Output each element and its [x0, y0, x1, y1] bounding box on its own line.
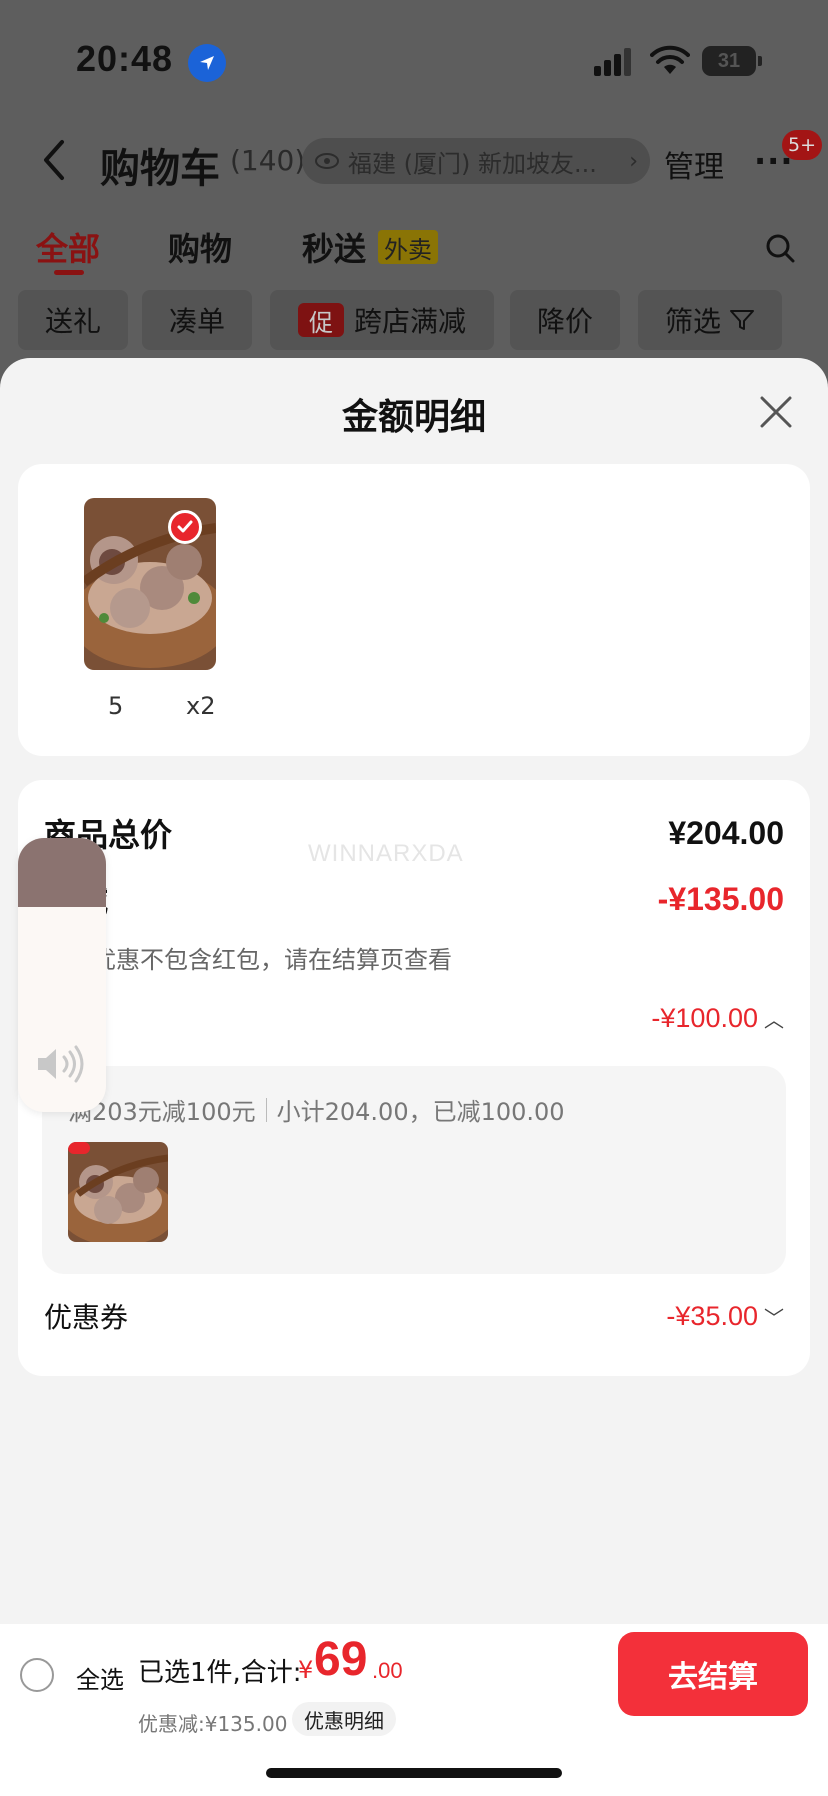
selected-check-icon[interactable]	[168, 510, 202, 544]
promo-rule-line: 满203元减100元 小计204.00，已减100.00	[68, 1092, 565, 1127]
chevron-down-icon: ﹀	[764, 1307, 784, 1330]
chip-label: 筛选	[664, 305, 721, 338]
category-tabs: 全部 购物 秒送 外卖	[0, 220, 828, 280]
tab-shopping[interactable]: 购物	[168, 224, 232, 270]
cart-count: (140)	[230, 144, 306, 177]
notification-badge: 5+	[782, 130, 823, 160]
total-currency: ¥	[298, 1656, 314, 1684]
product-card: 5 x2	[18, 464, 810, 756]
back-chevron-icon[interactable]	[40, 138, 70, 182]
total-reduce-row: 共减 -¥135.00	[44, 876, 784, 922]
coupon-row[interactable]: 优惠券 -¥35.00 ﹀	[44, 1296, 784, 1336]
total-integer: 69	[314, 1633, 368, 1686]
select-all-radio[interactable]	[20, 1658, 54, 1692]
coupon-label: 优惠券	[44, 1301, 129, 1334]
volume-hud[interactable]	[18, 838, 106, 1112]
sheet-title: 金额明细	[341, 397, 486, 438]
background-page: 20:48 31 购物车 (140) 福建 (厦门) 新加坡友... › 管理	[0, 0, 828, 400]
filter-chips: 送礼 凑单 促 跨店满减 降价 筛选	[0, 290, 828, 350]
discount-detail-button[interactable]: 优惠明细	[292, 1702, 396, 1736]
amount-detail-sheet: 金额明细 5 x2 WINNARXDA 商品总价 ¥204.00 -¥135.0…	[0, 358, 828, 1796]
divider	[265, 1097, 267, 1122]
page-title: 购物车	[100, 146, 220, 192]
promo-row[interactable]: 促销 -¥100.00 ︿	[44, 998, 784, 1038]
tab-express[interactable]: 秒送	[302, 224, 366, 270]
chip-combine[interactable]: 凑单	[142, 290, 252, 350]
tab-underline	[54, 270, 84, 275]
chevron-up-icon: ︿	[764, 1009, 784, 1032]
address-text: 福建 (厦门) 新加坡友...	[348, 149, 597, 178]
location-arrow-icon	[188, 44, 226, 82]
goods-total-value: ¥204.00	[668, 814, 784, 851]
chip-cross-store[interactable]: 促 跨店满减	[270, 290, 494, 350]
goods-total-row: 商品总价 ¥204.00	[44, 810, 784, 856]
product-quantity: x2	[186, 692, 216, 720]
tab-all[interactable]: 全部	[36, 224, 100, 270]
eye-icon	[315, 153, 339, 169]
coupon-value: -¥35.00	[666, 1300, 758, 1331]
promo-detail-box: 满203元减100元 小计204.00，已减100.00	[42, 1066, 786, 1274]
chip-gift[interactable]: 送礼	[18, 290, 128, 350]
status-bar: 20:48 31	[0, 0, 828, 120]
checkout-bar: 全选 已选1件,合计: ¥ 69 .00 优惠减:¥135.00 优惠明细 去结…	[0, 1624, 828, 1796]
promo-value: -¥100.00	[651, 1002, 758, 1033]
nav-bar: 购物车 (140) 福建 (厦门) 新加坡友... › 管理 ··· 5+	[0, 120, 828, 204]
address-selector[interactable]: 福建 (厦门) 新加坡友... ›	[302, 138, 650, 184]
wifi-icon	[650, 45, 690, 74]
checkout-button[interactable]: 去结算	[618, 1632, 808, 1716]
product-price-partial: 5	[108, 692, 124, 720]
select-all-label[interactable]: 全选	[76, 1660, 124, 1695]
promo-amount: -¥100.00 ︿	[651, 1003, 784, 1034]
search-icon[interactable]	[764, 232, 796, 264]
chip-price-drop[interactable]: 降价	[510, 290, 620, 350]
coupon-amount: -¥35.00 ﹀	[666, 1301, 784, 1332]
promo-product-image[interactable]	[68, 1142, 168, 1242]
manage-button[interactable]: 管理	[664, 142, 724, 186]
reduce-value: -¥135.00	[657, 880, 784, 917]
status-time: 20:48	[76, 38, 174, 79]
promo-tag: 促	[297, 303, 344, 337]
selected-summary: 已选1件,合计:	[138, 1658, 302, 1688]
price-summary-card: WINNARXDA 商品总价 ¥204.00 共减 -¥135.00 以下优惠不…	[18, 780, 810, 1376]
cellular-signal-icon	[594, 48, 634, 76]
chip-label: 跨店满减	[353, 305, 466, 338]
home-indicator[interactable]	[266, 1768, 562, 1778]
chip-filter[interactable]: 筛选	[638, 290, 782, 350]
battery-icon: 31	[702, 46, 762, 76]
promo-subtotal: 小计204.00，已减100.00	[276, 1098, 565, 1126]
close-icon[interactable]	[756, 392, 796, 432]
total-decimal: .00	[372, 1658, 403, 1683]
discount-amount: 优惠减:¥135.00	[138, 1712, 288, 1736]
speaker-icon	[38, 1045, 84, 1083]
chevron-right-icon: ›	[629, 148, 638, 174]
takeout-tag: 外卖	[378, 230, 438, 264]
filter-icon	[730, 310, 754, 330]
volume-level-fill	[18, 838, 106, 907]
